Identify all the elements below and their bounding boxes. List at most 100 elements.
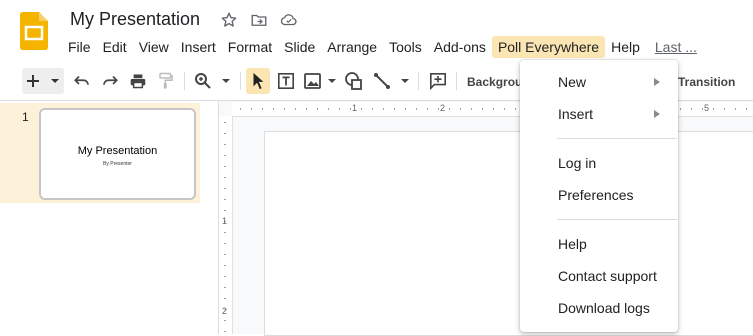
submenu-arrow-icon: [654, 110, 660, 118]
ruler-tick: [713, 108, 714, 110]
ruler-tick: [224, 210, 226, 211]
vertical-ruler[interactable]: 12: [219, 116, 233, 334]
ruler-tick: [295, 108, 296, 110]
menu-arrange[interactable]: Arrange: [321, 36, 383, 58]
ruler-tick: [405, 108, 406, 110]
ruler-tick: [224, 320, 226, 321]
ruler-tick: [482, 108, 483, 110]
dropdown-item-download-logs[interactable]: Download logs: [558, 300, 650, 316]
slide-canvas[interactable]: [264, 131, 753, 336]
dropdown-item-help[interactable]: Help: [558, 236, 587, 252]
menu-insert[interactable]: Insert: [175, 36, 222, 58]
ruler-tick: [224, 155, 226, 156]
ruler-tick: [224, 133, 226, 134]
ruler-tick: [224, 166, 226, 167]
ruler-number: 5: [704, 103, 710, 113]
ruler-tick: [372, 108, 373, 110]
dropdown-item-insert[interactable]: Insert: [558, 106, 593, 122]
toolbar-divider: [418, 72, 419, 90]
ruler-tick: [427, 108, 428, 110]
ruler-tick: [224, 122, 226, 123]
ruler-tick: [317, 108, 318, 110]
thumbnail-subtitle: By Presenter: [103, 161, 132, 167]
menu-slide[interactable]: Slide: [278, 36, 321, 58]
menu-format[interactable]: Format: [222, 36, 278, 58]
zoom-icon[interactable]: [192, 68, 234, 94]
ruler-tick: [262, 108, 263, 110]
slide-number: 1: [22, 110, 29, 124]
ruler-tick: [251, 108, 252, 110]
ruler-tick: [224, 331, 226, 332]
ruler-tick: [306, 108, 307, 110]
redo-icon[interactable]: [98, 68, 122, 94]
transition-button[interactable]: Transition: [678, 75, 735, 89]
ruler-number: 1: [352, 103, 358, 113]
ruler-tick: [350, 108, 351, 110]
ruler-tick: [224, 265, 226, 266]
slides-logo-icon[interactable]: [20, 12, 48, 50]
ruler-tick: [746, 108, 747, 110]
star-icon[interactable]: [219, 10, 239, 30]
ruler-tick: [273, 108, 274, 110]
dropdown-divider: [557, 219, 677, 220]
move-to-folder-icon[interactable]: [249, 10, 269, 30]
insert-image-icon[interactable]: [302, 68, 338, 94]
ruler-tick: [224, 188, 226, 189]
cloud-saved-icon[interactable]: [279, 10, 299, 30]
ruler-number: 2: [440, 103, 446, 113]
last-edit-link[interactable]: Last ...: [646, 36, 703, 58]
ruler-tick: [224, 298, 226, 299]
ruler-tick: [361, 108, 362, 110]
dropdown-item-contact-support[interactable]: Contact support: [558, 268, 657, 284]
ruler-tick: [724, 108, 725, 110]
line-icon[interactable]: [372, 68, 412, 94]
menu-file[interactable]: File: [62, 36, 97, 58]
ruler-tick: [224, 276, 226, 277]
ruler-tick: [224, 254, 226, 255]
ruler-tick: [493, 108, 494, 110]
paint-format-icon[interactable]: [154, 68, 178, 94]
ruler-tick: [224, 243, 226, 244]
shape-icon[interactable]: [342, 68, 366, 94]
ruler-tick: [394, 108, 395, 110]
toolbar-divider: [240, 72, 241, 90]
ruler-tick: [224, 199, 226, 200]
select-pointer-icon[interactable]: [246, 68, 270, 94]
menu-tools[interactable]: Tools: [383, 36, 428, 58]
dropdown-item-new[interactable]: New: [558, 74, 586, 90]
menu-poll-everywhere[interactable]: Poll Everywhere: [491, 36, 606, 58]
thumbnail-title: My Presentation: [77, 145, 158, 157]
toolbar-divider: [456, 72, 457, 90]
ruler-tick: [460, 108, 461, 110]
ruler-number: 1: [222, 216, 228, 226]
ruler-tick: [328, 108, 329, 110]
document-title[interactable]: My Presentation: [70, 9, 200, 30]
ruler-tick: [504, 108, 505, 110]
add-comment-icon[interactable]: [426, 68, 450, 94]
slide-thumbnail[interactable]: My Presentation By Presenter: [39, 108, 196, 200]
ruler-tick: [702, 108, 703, 110]
ruler-tick: [224, 232, 226, 233]
ruler-tick: [240, 108, 241, 110]
menu-view[interactable]: View: [133, 36, 175, 58]
ruler-tick: [339, 108, 340, 110]
toolbar-divider: [184, 72, 185, 90]
new-slide-button[interactable]: [22, 68, 64, 94]
ruler-tick: [224, 287, 226, 288]
ruler-tick: [471, 108, 472, 110]
menu-edit[interactable]: Edit: [97, 36, 133, 58]
menu-add-ons[interactable]: Add-ons: [428, 36, 492, 58]
text-box-icon[interactable]: [274, 68, 298, 94]
dropdown-item-preferences[interactable]: Preferences: [558, 187, 633, 203]
ruler-tick: [416, 108, 417, 110]
undo-icon[interactable]: [70, 68, 94, 94]
ruler-number: 2: [222, 306, 228, 316]
poll-everywhere-dropdown: New Insert Log in Preferences Help Conta…: [520, 60, 678, 332]
menu-help[interactable]: Help: [605, 36, 646, 58]
dropdown-item-log-in[interactable]: Log in: [558, 155, 596, 171]
print-icon[interactable]: [126, 68, 150, 94]
ruler-tick: [224, 144, 226, 145]
ruler-tick: [383, 108, 384, 110]
submenu-arrow-icon: [654, 78, 660, 86]
dropdown-divider: [557, 138, 677, 139]
